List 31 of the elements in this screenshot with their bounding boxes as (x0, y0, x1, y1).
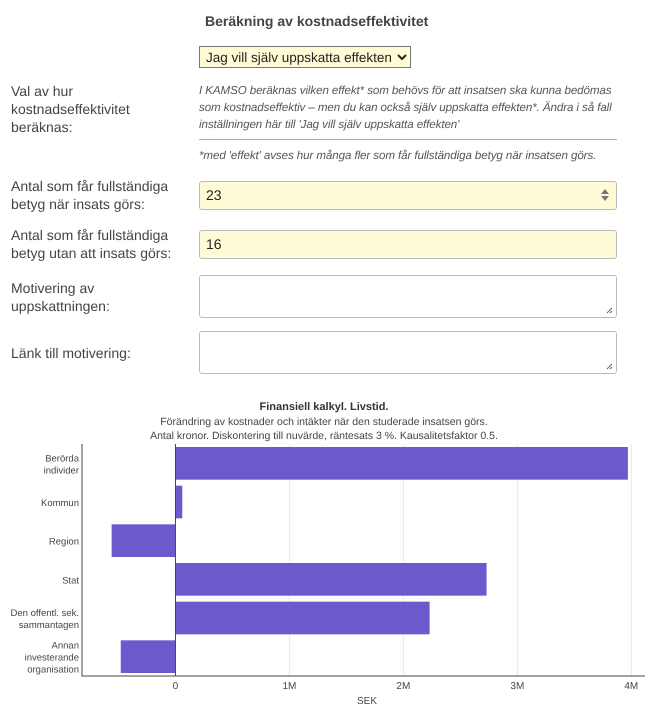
resize-grip-icon[interactable] (606, 307, 613, 314)
category-label: Region (48, 536, 79, 548)
footnote-text: *med 'effekt' avses hur många fler som får fullständiga betyg när insatsen görs. (199, 139, 617, 164)
category-label: Kommun (40, 498, 79, 509)
tick-label: 3M (510, 681, 524, 692)
number-field[interactable]: 23 (199, 180, 617, 210)
tick-label: 4M (624, 681, 638, 692)
field-label: Länk till motivering: (10, 344, 132, 362)
description-text: I KAMSO beräknas vilken effekt* som behövs för att insatsen ska kunna bedömas som kostnadseffektiv – men du kan också själv uppskatta effekten*. Ändra i så fall inställningen här till 'Jag vill själv uppskatta effekten' (199, 83, 613, 133)
category-label: Berörda individer (44, 453, 79, 476)
category-label: Stat (62, 575, 79, 586)
bar (112, 524, 176, 557)
category-label: Annan investerande organisation (24, 640, 79, 676)
axis-title: SEK (357, 696, 377, 706)
method-dropdown[interactable]: Jag vill själv uppskatta effekten (199, 46, 411, 68)
field-label: Val av hur kostnadseffektivitet beräknas: (10, 82, 131, 136)
tick-label: 1M (282, 681, 296, 692)
form-heading: Beräkning av kostnadseffektivitet (204, 12, 430, 31)
field-label: Motivering av uppskattningen: (10, 278, 111, 314)
spinner-icon[interactable] (600, 188, 610, 202)
tick-label: 0 (172, 681, 178, 692)
field-label: Antal som får fullständiga betyg utan att insats görs: (10, 226, 172, 262)
chart-title: Finansiell kalkyl. Livstid. (260, 401, 388, 413)
field-label: Antal som får fullständiga betyg när insats görs: (10, 177, 170, 213)
chart-subtitle: Förändring av kostnader och intäkter när den studerade insatsen görs. (160, 416, 488, 428)
category-label: Den offentl. sek. sammantagen (10, 608, 79, 631)
bar (120, 640, 176, 673)
input-field[interactable]: 16 (199, 230, 617, 258)
resize-grip-icon[interactable] (606, 363, 613, 370)
tick-label: 2M (396, 681, 410, 692)
chart-subtitle: Antal kronor. Diskontering till nuvärde, räntesats 3 %. Kausalitetsfaktor 0.5. (150, 430, 498, 442)
